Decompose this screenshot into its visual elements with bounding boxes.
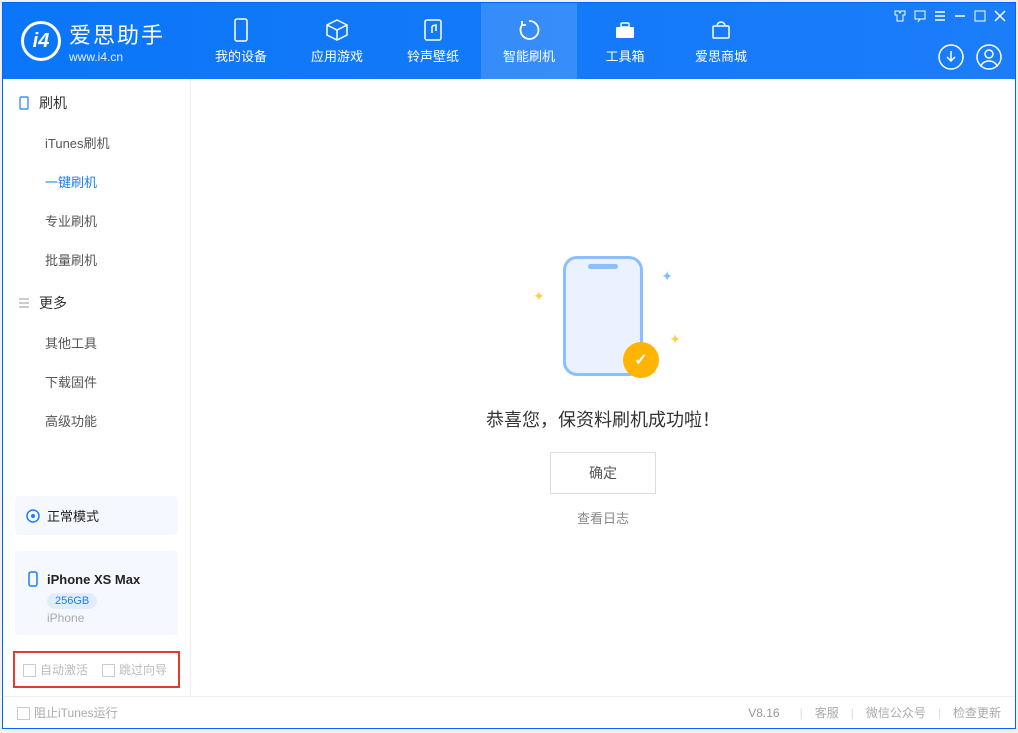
- checkbox-skip-guide[interactable]: 跳过向导: [102, 661, 167, 678]
- wechat-link[interactable]: 微信公众号: [866, 704, 926, 721]
- phone-small-icon: [17, 96, 31, 110]
- mode-icon: [25, 508, 41, 524]
- mode-row: 正常模式: [25, 506, 168, 525]
- download-icon[interactable]: [937, 43, 965, 71]
- tab-ringtone-wallpaper[interactable]: 铃声壁纸: [385, 3, 481, 79]
- menu-icon[interactable]: [933, 9, 947, 23]
- logo: i4 爱思助手 www.i4.cn: [3, 18, 183, 64]
- check-badge-icon: ✓: [623, 342, 659, 378]
- success-message: 恭喜您，保资料刷机成功啦！: [486, 406, 720, 432]
- support-link[interactable]: 客服: [815, 704, 839, 721]
- window-controls: [893, 9, 1007, 23]
- maximize-icon[interactable]: [973, 9, 987, 23]
- sidebar-item-download-fw[interactable]: 下载固件: [3, 362, 190, 401]
- sparkle-icon: ✦: [669, 331, 681, 348]
- tab-store[interactable]: 爱思商城: [673, 3, 769, 79]
- sidebar-item-oneclick[interactable]: 一键刷机: [3, 162, 190, 201]
- success-illustration: ✓ ✦ ✦ ✦: [513, 248, 693, 388]
- app-url: www.i4.cn: [69, 50, 165, 64]
- sidebar-item-advanced[interactable]: 高级功能: [3, 401, 190, 440]
- nav-tabs: 我的设备 应用游戏 铃声壁纸 智能刷机 工具箱 爱思商城: [193, 3, 769, 79]
- toolbox-icon: [612, 17, 638, 43]
- logo-icon: i4: [21, 21, 61, 61]
- sidebar-item-batch[interactable]: 批量刷机: [3, 240, 190, 279]
- device-icon-small: [25, 571, 41, 587]
- sidebar-item-other-tools[interactable]: 其他工具: [3, 323, 190, 362]
- cube-icon: [324, 17, 350, 43]
- update-link[interactable]: 检查更新: [953, 704, 1001, 721]
- device-type: iPhone: [47, 611, 168, 625]
- options-row: 自动激活 跳过向导: [13, 651, 180, 688]
- tab-label: 工具箱: [606, 46, 645, 65]
- status-bar: 阻止iTunes运行 V8.16 | 客服 | 微信公众号 | 检查更新: [3, 696, 1015, 728]
- tab-label: 应用游戏: [311, 46, 363, 65]
- main-content: ✓ ✦ ✦ ✦ 恭喜您，保资料刷机成功啦！ 确定 查看日志: [191, 79, 1015, 696]
- device-row: iPhone XS Max: [25, 571, 168, 587]
- flash-icon: [516, 17, 542, 43]
- feedback-icon[interactable]: [913, 9, 927, 23]
- version-label: V8.16: [748, 706, 779, 720]
- logo-text: 爱思助手 www.i4.cn: [69, 18, 165, 64]
- sidebar-group-flash: 刷机: [3, 79, 190, 123]
- tab-label: 爱思商城: [695, 46, 747, 65]
- user-icon[interactable]: [975, 43, 1003, 71]
- tab-my-device[interactable]: 我的设备: [193, 3, 289, 79]
- device-panel: iPhone XS Max 256GB iPhone: [15, 551, 178, 635]
- mode-panel: 正常模式: [15, 496, 178, 535]
- tab-label: 我的设备: [215, 46, 267, 65]
- header-actions: [937, 43, 1003, 71]
- sidebar-item-itunes[interactable]: iTunes刷机: [3, 123, 190, 162]
- header: i4 爱思助手 www.i4.cn 我的设备 应用游戏 铃声壁纸 智能刷机: [3, 3, 1015, 79]
- sidebar-item-pro[interactable]: 专业刷机: [3, 201, 190, 240]
- sparkle-icon: ✦: [661, 268, 673, 285]
- store-icon: [708, 17, 734, 43]
- sidebar: 刷机 iTunes刷机 一键刷机 专业刷机 批量刷机 更多 其他工具 下载固件 …: [3, 79, 191, 696]
- tab-apps-games[interactable]: 应用游戏: [289, 3, 385, 79]
- sparkle-icon: ✦: [533, 288, 545, 305]
- close-icon[interactable]: [993, 9, 1007, 23]
- tab-label: 铃声壁纸: [407, 46, 459, 65]
- mode-label: 正常模式: [47, 506, 99, 525]
- tab-label: 智能刷机: [503, 46, 555, 65]
- app-window: i4 爱思助手 www.i4.cn 我的设备 应用游戏 铃声壁纸 智能刷机: [2, 2, 1016, 729]
- skin-icon[interactable]: [893, 9, 907, 23]
- tab-smart-flash[interactable]: 智能刷机: [481, 3, 577, 79]
- list-icon: [17, 296, 31, 310]
- body: 刷机 iTunes刷机 一键刷机 专业刷机 批量刷机 更多 其他工具 下载固件 …: [3, 79, 1015, 696]
- music-icon: [420, 17, 446, 43]
- checkbox-block-itunes[interactable]: 阻止iTunes运行: [17, 704, 118, 721]
- ok-button[interactable]: 确定: [550, 452, 656, 494]
- device-icon: [228, 17, 254, 43]
- device-name: iPhone XS Max: [47, 572, 140, 587]
- app-title: 爱思助手: [69, 18, 165, 50]
- checkbox-auto-activate[interactable]: 自动激活: [23, 661, 88, 678]
- sidebar-group-more: 更多: [3, 279, 190, 323]
- view-log-link[interactable]: 查看日志: [577, 508, 629, 527]
- storage-pill: 256GB: [47, 593, 97, 609]
- minimize-icon[interactable]: [953, 9, 967, 23]
- tab-toolbox[interactable]: 工具箱: [577, 3, 673, 79]
